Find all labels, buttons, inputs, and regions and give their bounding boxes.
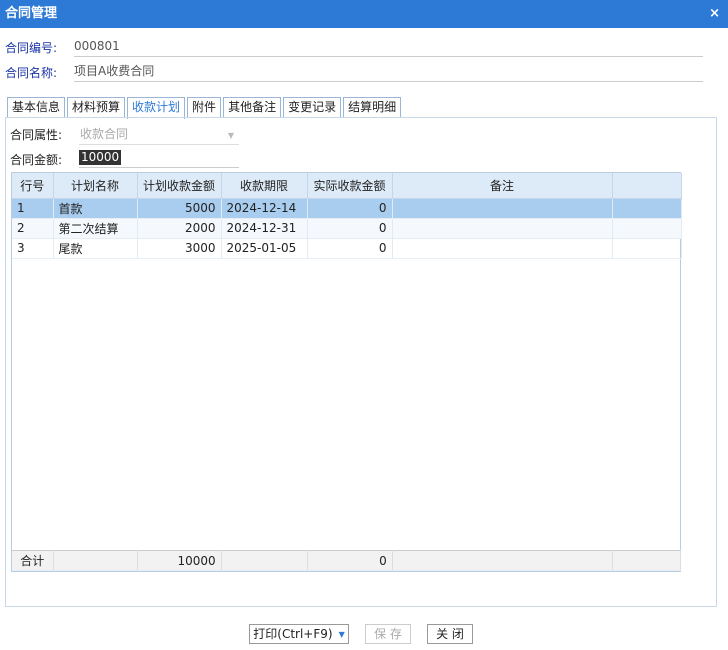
window-titlebar: 合同管理 × — [0, 0, 728, 28]
grid-footer: 合计 10000 0 — [12, 550, 682, 571]
cell-row-no[interactable]: 1 — [12, 198, 54, 219]
tab-change-log[interactable]: 变更记录 — [283, 97, 342, 118]
cell-row-no[interactable]: 2 — [12, 218, 54, 239]
cell-plan-name[interactable]: 尾款 — [53, 238, 138, 259]
window-title: 合同管理 — [5, 6, 58, 21]
cell-due-date[interactable]: 2024-12-31 — [221, 218, 308, 239]
contract-amount-input[interactable]: 10000 — [79, 148, 239, 168]
tab-payment-plan[interactable]: 收款计划 — [127, 97, 186, 119]
cell-due-date[interactable]: 2024-12-14 — [221, 198, 308, 219]
contract-name-field[interactable]: 项目A收费合同 — [74, 62, 703, 82]
table-row[interactable]: 2 第二次结算 2000 2024-12-31 0 — [12, 218, 682, 239]
tab-other-notes[interactable]: 其他备注 — [223, 97, 282, 118]
chevron-down-icon: ▼ — [227, 131, 234, 140]
cell-actual-amount[interactable]: 0 — [307, 198, 393, 219]
table-row[interactable]: 1 首款 5000 2024-12-14 0 — [12, 198, 682, 219]
close-icon[interactable]: × — [709, 0, 720, 28]
footer-actual-total: 0 — [307, 550, 393, 571]
cell-actual-amount[interactable]: 0 — [307, 238, 393, 259]
cell-blank — [612, 238, 682, 259]
tab-bar: 基本信息 材料预算 收款计划 附件 其他备注 变更记录 结算明细 — [7, 97, 403, 119]
col-header-plan-name[interactable]: 计划名称 — [53, 173, 138, 199]
cell-blank — [612, 218, 682, 239]
chevron-down-icon[interactable]: ▼ — [339, 626, 345, 644]
contract-amount-label: 合同金额: — [10, 153, 63, 167]
tab-attachments[interactable]: 附件 — [187, 97, 222, 118]
contract-amount-value: 10000 — [79, 150, 122, 165]
print-button-label: 打印(Ctrl+F9) — [253, 627, 333, 641]
col-header-actual-amount[interactable]: 实际收款金额 — [307, 173, 393, 199]
col-header-plan-amount[interactable]: 计划收款金额 — [137, 173, 222, 199]
cell-plan-amount[interactable]: 5000 — [137, 198, 222, 219]
print-button[interactable]: 打印(Ctrl+F9) ▼ — [249, 624, 349, 644]
cell-blank — [612, 198, 682, 219]
footer-empty-cell — [221, 550, 308, 571]
contract-attr-value: 收款合同 — [80, 127, 129, 141]
cell-remark[interactable] — [392, 218, 613, 239]
cell-due-date[interactable]: 2025-01-05 — [221, 238, 308, 259]
save-button[interactable]: 保 存 — [365, 624, 411, 644]
tab-settlement-detail[interactable]: 结算明细 — [343, 97, 402, 118]
contract-code-label: 合同编号: — [5, 41, 58, 55]
cell-plan-name[interactable]: 第二次结算 — [53, 218, 138, 239]
contract-name-label: 合同名称: — [5, 66, 58, 80]
contract-code-field[interactable]: 000801 — [74, 37, 703, 57]
cell-remark[interactable] — [392, 238, 613, 259]
tab-material-budget[interactable]: 材料预算 — [67, 97, 126, 118]
contract-attr-select[interactable]: 收款合同 ▼ — [79, 125, 239, 145]
cell-actual-amount[interactable]: 0 — [307, 218, 393, 239]
col-header-due-date[interactable]: 收款期限 — [221, 173, 308, 199]
payment-plan-grid: 行号 计划名称 计划收款金额 收款期限 实际收款金额 备注 1 首款 5000 … — [11, 172, 682, 572]
footer-plan-total: 10000 — [137, 550, 222, 571]
tab-basic-info[interactable]: 基本信息 — [7, 97, 66, 118]
footer-empty-cell — [612, 550, 682, 571]
col-header-row-no[interactable]: 行号 — [12, 173, 54, 199]
cell-plan-amount[interactable]: 2000 — [137, 218, 222, 239]
cell-row-no[interactable]: 3 — [12, 238, 54, 259]
close-button[interactable]: 关 闭 — [427, 624, 473, 644]
col-header-blank — [612, 173, 682, 199]
footer-empty-cell — [53, 550, 138, 571]
col-header-remark[interactable]: 备注 — [392, 173, 613, 199]
table-row[interactable]: 3 尾款 3000 2025-01-05 0 — [12, 238, 682, 259]
contract-attr-label: 合同属性: — [10, 128, 63, 142]
footer-total-label: 合计 — [12, 550, 54, 571]
cell-plan-amount[interactable]: 3000 — [137, 238, 222, 259]
cell-plan-name[interactable]: 首款 — [53, 198, 138, 219]
footer-empty-cell — [392, 550, 613, 571]
cell-remark[interactable] — [392, 198, 613, 219]
